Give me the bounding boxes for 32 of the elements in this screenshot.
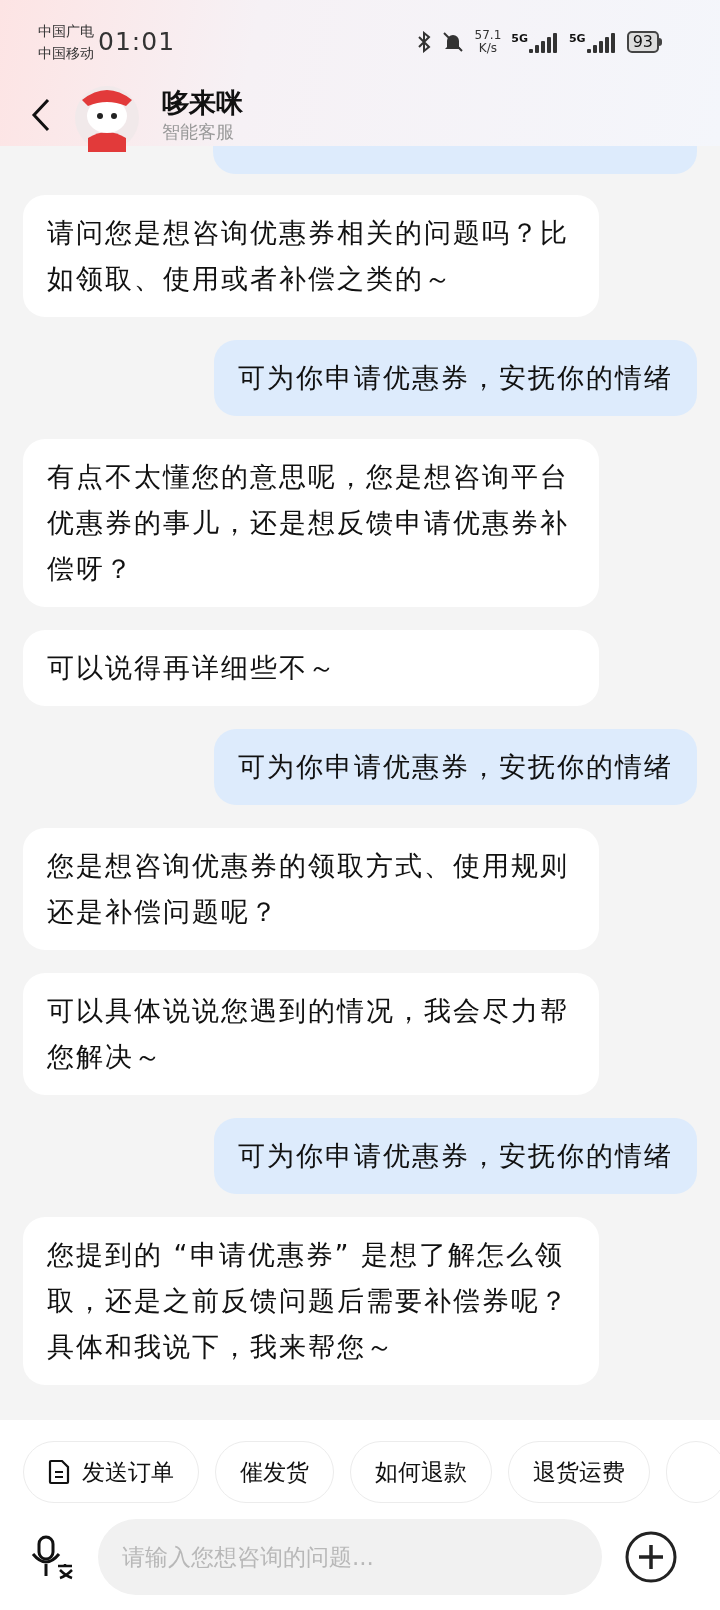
agent-name: 哆来咪	[162, 86, 243, 120]
user-message: 可为你申请优惠券，安抚你的情绪	[214, 340, 697, 416]
bot-message: 请问您是想咨询优惠券相关的问题吗？比如领取、使用或者补偿之类的～	[23, 195, 599, 317]
quick-reply-chip[interactable]: 发送订单	[23, 1441, 199, 1503]
bot-message: 您提到的 “申请优惠券” 是想了解怎么领取，还是之前反馈问题后需要补偿券呢？具体和我说下，我来帮您～	[23, 1217, 599, 1385]
bot-message: 可以说得再详细些不～	[23, 630, 599, 706]
quick-reply-chip[interactable]: 如何退款	[350, 1441, 492, 1503]
add-icon[interactable]	[624, 1530, 678, 1584]
network-type: 5G	[568, 31, 586, 47]
bot-message: 有点不太懂您的意思呢，您是想咨询平台优惠券的事儿，还是想反馈申请优惠券补偿呀？	[23, 439, 599, 607]
question-input[interactable]: 请输入您想咨询的问题...	[98, 1519, 602, 1595]
quick-reply-chip[interactable]: 退货运费	[508, 1441, 650, 1503]
carrier-name: 中国移动	[38, 44, 94, 63]
bot-message: 可以具体说说您遇到的情况，我会尽力帮您解决～	[23, 973, 599, 1095]
document-icon	[48, 1459, 70, 1485]
speed-unit: K/s	[478, 42, 497, 55]
battery-icon: 93	[626, 31, 662, 53]
muted-bell-icon	[440, 30, 465, 54]
signal-icon	[586, 31, 617, 53]
user-message: 可为你申请优惠券，安抚你的情绪	[214, 1118, 697, 1194]
bluetooth-icon	[416, 31, 431, 53]
network-type: 5G	[511, 31, 528, 47]
voice-input-icon[interactable]	[30, 1534, 76, 1580]
network-speed: 57.1	[474, 29, 502, 42]
agent-role: 智能客服	[162, 120, 235, 144]
carrier-name: 中国广电	[38, 22, 94, 41]
signal-icon	[528, 31, 559, 53]
back-icon[interactable]	[30, 97, 52, 133]
clock: 01:01	[98, 26, 176, 59]
user-message: 可为你申请优惠券，安抚你的情绪	[214, 729, 697, 805]
bot-message: 您是想咨询优惠券的领取方式、使用规则还是补偿问题呢？	[23, 828, 599, 950]
quick-reply-chip[interactable]: 催发货	[215, 1441, 334, 1503]
